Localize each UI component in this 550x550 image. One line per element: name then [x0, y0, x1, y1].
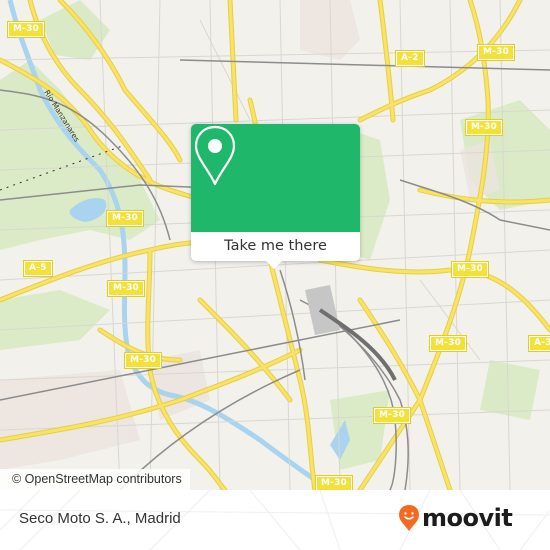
road-label-m30: M-30: [105, 210, 145, 227]
road-label-a5: A-5: [23, 260, 53, 277]
road-label-m30: M-30: [106, 280, 146, 297]
road-label-m30: M-30: [6, 21, 46, 38]
moovit-logo[interactable]: moovit: [398, 502, 513, 534]
place-title: Seco Moto S. A., Madrid: [19, 510, 181, 527]
location-popup: Take me there: [191, 124, 360, 269]
take-me-there-button[interactable]: Take me there: [191, 232, 360, 261]
road-label-m30: M-30: [123, 352, 163, 369]
road-label-a2: A-2: [395, 50, 425, 67]
road-label-m30: M-30: [428, 335, 468, 352]
road-label-m30: M-30: [450, 261, 490, 278]
map-attribution[interactable]: © OpenStreetMap contributors: [0, 469, 190, 490]
map-pin-icon: [194, 125, 236, 186]
road-label-m30: M-30: [476, 44, 516, 61]
popup-header: [191, 124, 360, 232]
moovit-smiley-pin-icon: [399, 505, 419, 531]
road-label-m30: M-30: [372, 407, 412, 424]
road-label-a3: A-3: [528, 335, 550, 352]
road-label-m30: M-30: [314, 475, 354, 490]
road-label-m30: M-30: [464, 119, 504, 136]
moovit-wordmark: moovit: [422, 504, 513, 532]
footer-bar: Seco Moto S. A., Madrid moovit: [0, 490, 550, 550]
popup-pointer: [266, 261, 282, 269]
map-view[interactable]: Río Manzanares M-30 A-2 M-30 M-30 M-30 A…: [0, 0, 550, 490]
